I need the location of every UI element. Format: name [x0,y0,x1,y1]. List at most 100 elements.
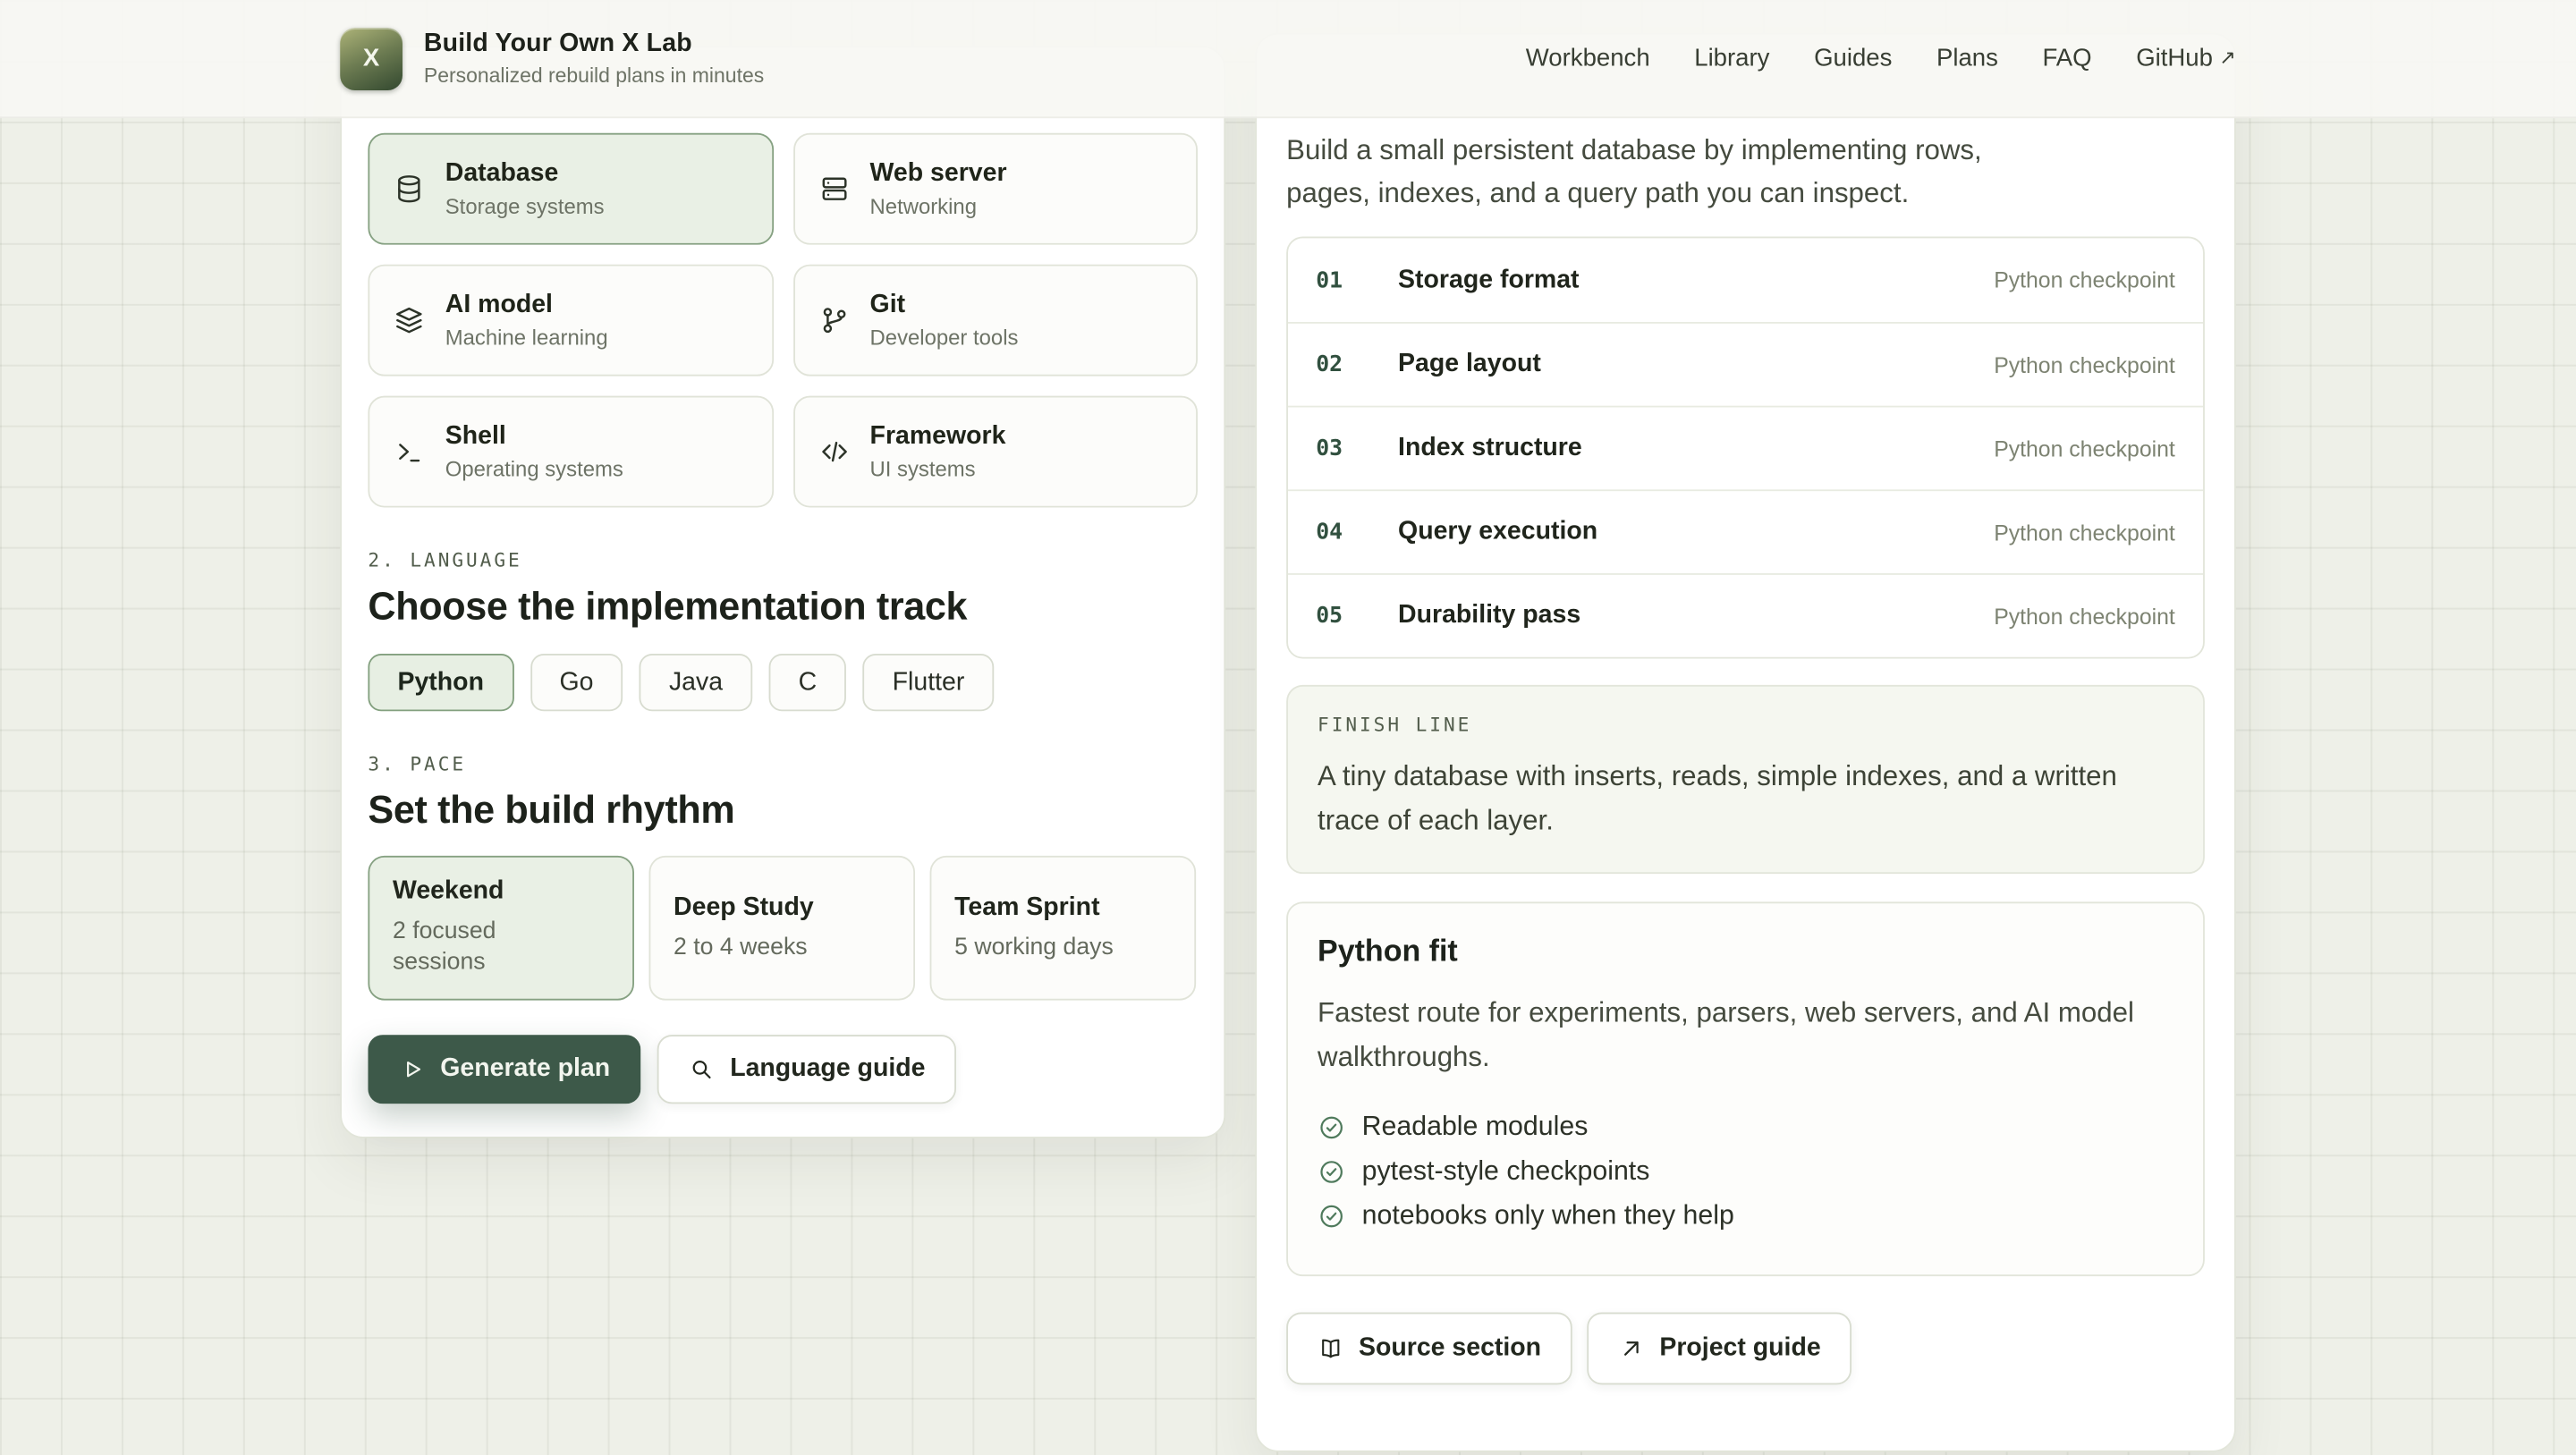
step-tag: Python checkpoint [1994,351,2175,377]
step-number: 04 [1316,519,1343,546]
fit-text: Fastest route for experiments, parsers, … [1318,996,2134,1073]
logo-letter: X [362,44,380,72]
nav-github[interactable]: GitHub ↗ [2136,45,2236,72]
arrow-up-right-icon [1618,1335,1644,1361]
pace-card-deep-study[interactable]: Deep Study 2 to 4 weeks [648,855,916,1002]
fit-point: notebooks only when they help [1318,1194,2174,1239]
builder-actions: Generate plan Language guide [368,1035,1198,1104]
step-tag: Python checkpoint [1994,267,2175,292]
check-circle-icon [1318,1113,1345,1141]
step-row-01: 01 Storage format Python checkpoint [1288,238,2203,322]
language-pill-flutter[interactable]: Flutter [862,654,995,712]
nav-library[interactable]: Library [1694,45,1769,72]
app-subtitle: Personalized rebuild plans in minutes [423,63,765,88]
pace-detail: 2 to 4 weeks [674,934,808,960]
header: X Build Your Own X Lab Personalized rebu… [0,0,2576,119]
book-icon [1318,1335,1343,1361]
nav-github-label: GitHub [2136,44,2213,72]
topic-card-shell[interactable]: Shell Operating systems [368,395,774,508]
step-tag: Python checkpoint [1994,436,2175,461]
language-pill-c[interactable]: C [768,654,847,712]
step-number: 05 [1316,603,1343,630]
finish-line-box: FINISH LINE A tiny database with inserts… [1286,684,2205,875]
topic-title: AI model [445,291,553,319]
topic-subtitle: Developer tools [869,325,1019,351]
topic-title: Framework [869,422,1006,451]
terminal-icon [393,436,426,469]
fit-points: Readable modules pytest-style checkpoint… [1318,1105,2174,1239]
brand-text: Build Your Own X Lab Personalized rebuil… [424,30,764,87]
language-pill-go[interactable]: Go [530,654,623,712]
play-icon [399,1056,425,1082]
step-row-05: 05 Durability pass Python checkpoint [1287,573,2204,657]
plan-actions: Source section Project guide [1286,1312,2205,1385]
topic-card-framework[interactable]: Framework UI systems [792,395,1198,508]
nav-faq[interactable]: FAQ [2042,45,2091,72]
pace-options: Weekend 2 focused sessions Deep Study 2 … [368,855,1198,1002]
topic-subtitle: Machine learning [445,325,608,351]
project-guide-label: Project guide [1659,1333,1821,1362]
topic-title: Database [445,159,559,188]
plan-intro: Build a small persistent database by imp… [1286,134,1982,208]
generate-plan-label: Generate plan [440,1054,611,1083]
generate-plan-button[interactable]: Generate plan [368,1035,642,1104]
topic-title: Git [869,291,906,319]
language-heading: Choose the implementation track [368,584,968,628]
content-area: Database Storage systems Web server Netw… [0,0,2576,1455]
pace-title: Deep Study [674,892,814,921]
step-row-02: 02 Page layout Python checkpoint [1287,321,2204,406]
external-link-arrow-icon: ↗ [2219,46,2236,70]
topic-grid: Database Storage systems Web server Netw… [368,132,1198,508]
step-tag: Python checkpoint [1994,520,2175,545]
step-row-04: 04 Query execution Python checkpoint [1287,489,2204,573]
step-tag: Python checkpoint [1994,603,2175,629]
topic-card-git[interactable]: Git Developer tools [792,264,1198,376]
nav-guides[interactable]: Guides [1814,45,1892,72]
fit-point: Readable modules [1318,1105,2174,1150]
nav-plans[interactable]: Plans [1936,45,1998,72]
builder-panel: Database Storage systems Web server Netw… [340,46,1226,1139]
nav-workbench[interactable]: Workbench [1526,45,1650,72]
app-logo[interactable]: X [340,27,402,90]
check-circle-icon [1318,1158,1345,1186]
language-guide-button[interactable]: Language guide [657,1035,957,1104]
fit-heading: Python fit [1318,933,1458,968]
topic-title: Web server [869,159,1007,188]
language-pill-python[interactable]: Python [368,654,514,712]
pace-detail: 5 working days [954,934,1114,960]
language-guide-label: Language guide [730,1054,926,1083]
pace-card-team-sprint[interactable]: Team Sprint 5 working days [929,855,1197,1002]
step-title: Durability pass [1398,601,1581,630]
topic-subtitle: Networking [869,193,977,219]
brand[interactable]: X Build Your Own X Lab Personalized rebu… [340,27,764,90]
topic-card-web-server[interactable]: Web server Networking [792,132,1198,245]
step-title: Storage format [1398,265,1580,293]
layers-icon [393,304,426,337]
source-section-button[interactable]: Source section [1286,1312,1572,1385]
language-section-label: 2. LANGUAGE [368,548,522,572]
code-icon [818,436,851,469]
step-number: 01 [1316,266,1343,293]
search-icon [689,1056,715,1082]
pace-card-weekend[interactable]: Weekend 2 focused sessions [368,855,634,1002]
step-number: 03 [1316,435,1343,462]
topic-card-database[interactable]: Database Storage systems [368,132,774,245]
language-pill-java[interactable]: Java [639,654,753,712]
fit-point-label: pytest-style checkpoints [1361,1156,1650,1187]
topic-subtitle: Storage systems [445,193,605,219]
topic-title: Shell [445,422,506,451]
steps-list: 01 Storage format Python checkpoint 02 P… [1286,236,2205,659]
app-title: Build Your Own X Lab [423,30,692,58]
python-fit-box: Python fit Fastest route for experiments… [1286,901,2205,1277]
fit-point-label: Readable modules [1361,1112,1589,1142]
main-nav: Workbench Library Guides Plans FAQ GitHu… [1526,45,2236,72]
step-title: Page layout [1398,350,1541,378]
check-circle-icon [1318,1202,1345,1230]
topic-card-ai-model[interactable]: AI model Machine learning [368,264,774,376]
pace-title: Weekend [392,876,504,906]
project-guide-button[interactable]: Project guide [1587,1312,1852,1385]
step-number: 02 [1316,351,1343,378]
server-icon [818,173,851,206]
fit-point: pytest-style checkpoints [1318,1150,2174,1195]
app-root: Database Storage systems Web server Netw… [0,0,2576,1455]
